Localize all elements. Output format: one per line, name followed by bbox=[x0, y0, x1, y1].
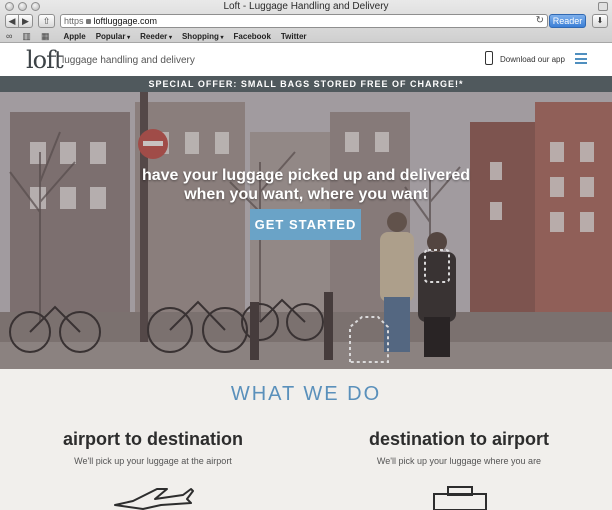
hero-headline: have your luggage picked up and delivere… bbox=[0, 166, 612, 204]
site-header: loft luggage handling and delivery Downl… bbox=[0, 43, 612, 76]
destination-to-airport-heading: destination to airport bbox=[369, 429, 549, 449]
airport-to-destination-text: We'll pick up your luggage at the airpor… bbox=[74, 456, 232, 466]
reading-list-icon[interactable]: ∞ bbox=[6, 31, 12, 41]
share-button[interactable]: ⇧ bbox=[38, 14, 55, 28]
bookmark-twitter[interactable]: Twitter bbox=[281, 32, 307, 41]
back-button[interactable]: ◀ bbox=[5, 14, 19, 28]
address-bar[interactable]: https loftluggage.com ↻ bbox=[60, 14, 548, 28]
url-scheme: https bbox=[64, 16, 84, 26]
downloads-button[interactable]: ⬇ bbox=[592, 14, 608, 28]
hero-section: have your luggage picked up and delivere… bbox=[0, 92, 612, 369]
hero-headline-line-2: when you want, where you want bbox=[184, 186, 428, 203]
bookmark-facebook[interactable]: Facebook bbox=[234, 32, 271, 41]
bookmarks-bar: ∞ ▥ ▦ Apple Popular Reeder Shopping Face… bbox=[0, 30, 612, 42]
what-we-do-section: WHAT WE DO airport to destination We'll … bbox=[0, 369, 612, 510]
bookmark-apple[interactable]: Apple bbox=[63, 32, 85, 41]
window-title: Loft - Luggage Handling and Delivery bbox=[223, 1, 389, 12]
forward-arrow-icon: ▶ bbox=[22, 15, 29, 26]
destination-to-airport-text: We'll pick up your luggage where you are bbox=[376, 456, 542, 466]
airplane-icon bbox=[114, 488, 194, 510]
bookmark-shopping[interactable]: Shopping bbox=[182, 32, 224, 41]
suitcase-icon bbox=[433, 486, 487, 510]
download-icon: ⬇ bbox=[596, 16, 604, 25]
url-host: loftluggage.com bbox=[93, 16, 158, 26]
share-icon: ⇧ bbox=[42, 15, 51, 26]
what-we-do-title: WHAT WE DO bbox=[230, 383, 382, 405]
logo-divider bbox=[56, 52, 57, 69]
fullscreen-button[interactable] bbox=[598, 2, 608, 11]
back-arrow-icon: ◀ bbox=[8, 15, 16, 26]
hero-headline-line-1: have your luggage picked up and delivere… bbox=[141, 167, 471, 184]
phone-icon bbox=[485, 51, 493, 65]
browser-chrome: Loft - Luggage Handling and Delivery ◀ ▶… bbox=[0, 0, 612, 43]
menu-icon[interactable] bbox=[575, 53, 587, 64]
special-offer-banner: SPECIAL OFFER: SMALL BAGS STORED FREE OF… bbox=[0, 76, 612, 92]
airport-to-destination-heading: airport to destination bbox=[63, 429, 243, 449]
reader-button[interactable]: Reader bbox=[549, 14, 586, 28]
get-started-button[interactable]: GET STARTED bbox=[250, 209, 361, 240]
lock-icon bbox=[85, 19, 91, 24]
site-tagline: luggage handling and delivery bbox=[62, 55, 195, 66]
bookmark-popular[interactable]: Popular bbox=[96, 32, 130, 41]
bookmark-reeder[interactable]: Reeder bbox=[140, 32, 172, 41]
browser-toolbar: ◀ ▶ ⇧ https loftluggage.com ↻ Reader ⬇ bbox=[0, 14, 612, 30]
reload-icon[interactable]: ↻ bbox=[536, 15, 544, 27]
forward-button[interactable]: ▶ bbox=[19, 14, 33, 28]
top-sites-grid-icon[interactable]: ▦ bbox=[41, 31, 50, 42]
site-logo[interactable]: loft bbox=[26, 46, 64, 74]
airport-to-destination-block: airport to destination We'll pick up you… bbox=[0, 429, 306, 466]
download-app-link[interactable]: Download our app bbox=[500, 55, 565, 64]
destination-to-airport-block: destination to airport We'll pick up you… bbox=[306, 429, 612, 466]
bookmarks-book-icon[interactable]: ▥ bbox=[22, 31, 31, 42]
